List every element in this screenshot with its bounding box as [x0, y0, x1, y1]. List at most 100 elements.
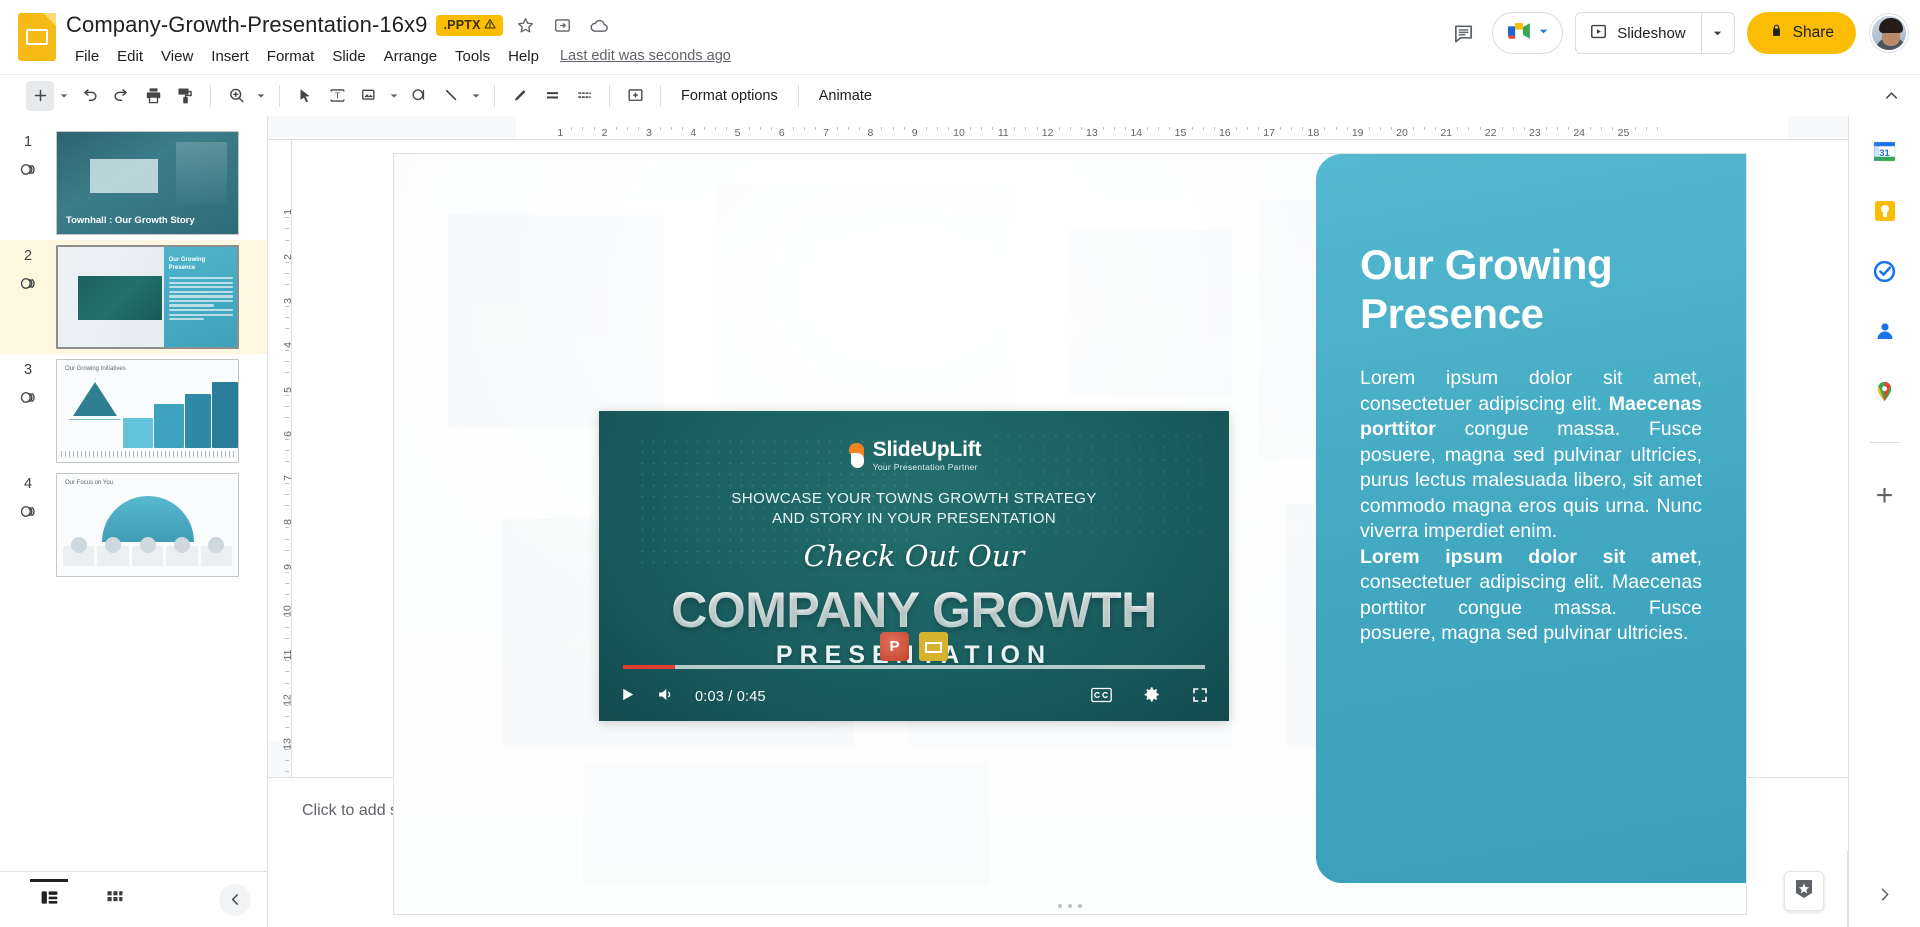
- add-comment-icon[interactable]: [620, 81, 650, 111]
- slide-paragraph-2: Lorem ipsum dolor sit amet, consectetuer…: [1360, 545, 1702, 647]
- slideshow-button[interactable]: Slideshow: [1575, 12, 1734, 54]
- star-icon[interactable]: [512, 11, 540, 39]
- slide-number: 1: [24, 133, 32, 151]
- menu-view[interactable]: View: [152, 45, 202, 68]
- redo-icon[interactable]: [106, 81, 136, 111]
- shape-icon[interactable]: [404, 81, 434, 111]
- ruler-minor-mark: [1214, 127, 1215, 130]
- ruler-minor-mark: [594, 127, 595, 130]
- slide-number: 4: [24, 475, 32, 493]
- ruler-minor-mark: [1291, 127, 1292, 130]
- ruler-minor-mark: [771, 127, 772, 130]
- filmstrip-scroll[interactable]: 1 Townhall : Our Growth Story 2: [0, 116, 267, 871]
- image-chevron-down-icon[interactable]: [386, 81, 402, 111]
- gear-icon[interactable]: [1142, 685, 1161, 709]
- vertical-ruler[interactable]: 1234567891011121314: [268, 140, 292, 777]
- slide-2-thumbnail[interactable]: Our Growing Presence: [56, 245, 239, 349]
- plus-icon[interactable]: +: [1876, 481, 1894, 511]
- ruler-minor-mark: [285, 228, 289, 229]
- explore-button[interactable]: [1784, 871, 1824, 911]
- menu-file[interactable]: File: [66, 45, 108, 68]
- filmstrip-view-tab[interactable]: [16, 880, 82, 920]
- slide-1-thumbnail[interactable]: Townhall : Our Growth Story: [56, 131, 239, 235]
- google-calendar-icon[interactable]: 31: [1872, 138, 1898, 164]
- ruler-minor-mark: [285, 406, 289, 407]
- play-icon[interactable]: [619, 686, 636, 708]
- ruler-minor-mark: [848, 127, 849, 130]
- closed-captions-icon[interactable]: [1091, 687, 1112, 708]
- p2-bold: Lorem ipsum dolor sit amet: [1360, 546, 1697, 568]
- last-edit-status[interactable]: Last edit was seconds ago: [560, 48, 731, 64]
- ruler-tick-label: 8: [867, 127, 873, 139]
- ruler-minor-mark: [285, 749, 289, 750]
- google-tasks-icon[interactable]: [1872, 258, 1898, 284]
- video-progress-bar[interactable]: [623, 665, 1205, 669]
- embedded-video[interactable]: SlideUpLift Your Presentation Partner SH…: [599, 411, 1229, 721]
- toolbar-divider: [279, 85, 280, 107]
- pen-icon[interactable]: [505, 81, 535, 111]
- ruler-tick-label: 24: [1573, 127, 1585, 139]
- slide-stage[interactable]: SlideUpLift Your Presentation Partner SH…: [292, 140, 1848, 777]
- menu-arrange[interactable]: Arrange: [375, 45, 446, 68]
- horizontal-ruler[interactable]: 1234567891011121314151617181920212223242…: [268, 116, 1848, 140]
- ruler-minor-mark: [285, 483, 289, 484]
- current-slide[interactable]: SlideUpLift Your Presentation Partner SH…: [394, 154, 1746, 914]
- comment-history-icon[interactable]: [1446, 16, 1480, 50]
- video-script-text: Check Out Our: [599, 539, 1229, 573]
- format-options-button[interactable]: Format options: [671, 83, 788, 109]
- volume-icon[interactable]: [656, 685, 675, 709]
- slide-3-thumbnail[interactable]: Our Growing Initiatives: [56, 359, 239, 463]
- ruler-minor-mark: [859, 127, 860, 130]
- cursor-select-icon[interactable]: [290, 81, 320, 111]
- ruler-minor-mark: [1236, 127, 1237, 130]
- menu-help[interactable]: Help: [499, 45, 548, 68]
- zoom-chevron-down-icon[interactable]: [253, 81, 269, 111]
- menu-format[interactable]: Format: [258, 45, 324, 68]
- slideshow-main[interactable]: Slideshow: [1576, 13, 1700, 53]
- undo-icon[interactable]: [74, 81, 104, 111]
- filmstrip-slide-2[interactable]: 2 Our Growing Presence: [0, 240, 267, 354]
- menu-slide[interactable]: Slide: [323, 45, 374, 68]
- menu-insert[interactable]: Insert: [202, 45, 258, 68]
- document-title[interactable]: Company-Growth-Presentation-16x9: [66, 12, 427, 38]
- share-button[interactable]: Share: [1747, 12, 1856, 54]
- grid-view-tab[interactable]: [82, 880, 148, 920]
- google-maps-icon[interactable]: [1872, 378, 1898, 404]
- pptx-format-badge[interactable]: .PPTX: [436, 15, 502, 36]
- new-slide-chevron-down-icon[interactable]: [56, 81, 72, 111]
- cloud-saved-icon[interactable]: [586, 11, 614, 39]
- line-dash-icon[interactable]: [569, 81, 599, 111]
- line-weight-icon[interactable]: [537, 81, 567, 111]
- insert-image-icon[interactable]: [354, 81, 384, 111]
- fullscreen-icon[interactable]: [1191, 686, 1209, 709]
- ruler-tick-label: 1: [282, 209, 292, 215]
- avatar[interactable]: [1870, 14, 1908, 52]
- google-meet-button[interactable]: [1492, 12, 1563, 54]
- google-contacts-icon[interactable]: [1872, 318, 1898, 344]
- slide-3-title: Our Growing Initiatives: [65, 366, 126, 372]
- line-icon[interactable]: [436, 81, 466, 111]
- zoom-icon[interactable]: [221, 81, 251, 111]
- line-chevron-down-icon[interactable]: [468, 81, 484, 111]
- slide-4-thumbnail[interactable]: Our Focus on You: [56, 473, 239, 577]
- text-box-icon[interactable]: T: [322, 81, 352, 111]
- slideshow-dropdown-arrow[interactable]: [1701, 13, 1734, 53]
- filmstrip-slide-3[interactable]: 3 Our Growing Initiatives: [0, 354, 267, 468]
- plus-icon[interactable]: [26, 81, 54, 111]
- animate-button[interactable]: Animate: [809, 83, 882, 109]
- google-keep-icon[interactable]: [1872, 198, 1898, 224]
- filmstrip-slide-4[interactable]: 4 Our Focus on You: [0, 468, 267, 582]
- print-icon[interactable]: [138, 81, 168, 111]
- chevron-right-icon[interactable]: [1875, 885, 1894, 909]
- chevron-up-icon[interactable]: [1876, 81, 1906, 111]
- filmstrip-slide-1[interactable]: 1 Townhall : Our Growth Story: [0, 126, 267, 240]
- menu-edit[interactable]: Edit: [108, 45, 152, 68]
- title-and-menu: Company-Growth-Presentation-16x9 .PPTX: [66, 8, 731, 71]
- chevron-left-icon[interactable]: [219, 884, 251, 916]
- ruler-minor-mark: [1513, 127, 1514, 130]
- slide-2-title: Our Growing Presence: [169, 257, 233, 272]
- move-to-folder-icon[interactable]: [549, 11, 577, 39]
- slide-right-panel[interactable]: Our Growing Presence Lorem ipsum dolor s…: [1316, 154, 1746, 883]
- menu-tools[interactable]: Tools: [446, 45, 499, 68]
- paint-format-icon[interactable]: [170, 81, 200, 111]
